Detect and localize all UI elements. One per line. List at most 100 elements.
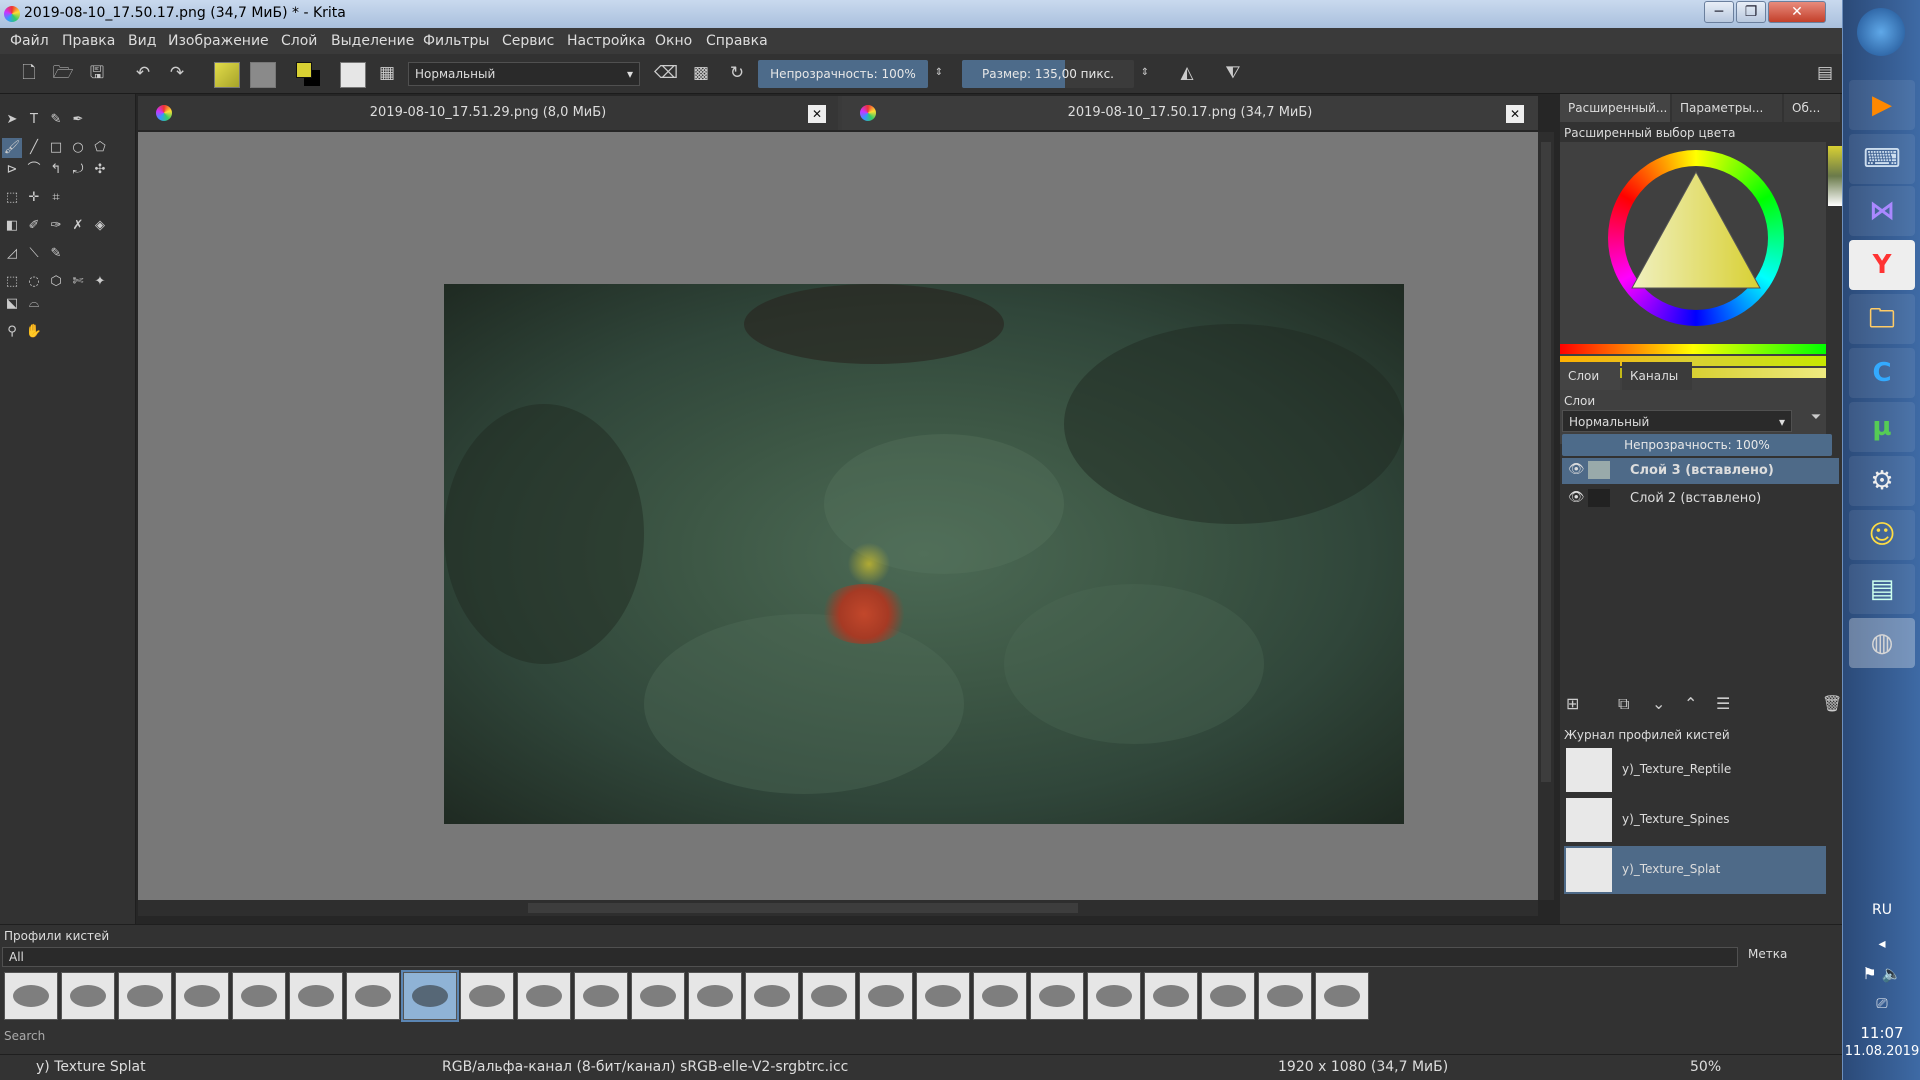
dock-tab-overview[interactable]: Об...: [1784, 94, 1840, 122]
brush-preset-item[interactable]: [688, 972, 742, 1020]
menu-help[interactable]: Справка: [706, 33, 768, 49]
brush-preset-item[interactable]: [1087, 972, 1141, 1020]
dock-tab-advanced-color[interactable]: Расширенный...: [1560, 94, 1670, 122]
freehand-path-icon[interactable]: ↰: [46, 160, 66, 180]
rect-select-icon[interactable]: ⬚: [2, 272, 22, 292]
menu-layer[interactable]: Слой: [281, 33, 317, 49]
opacity-slider[interactable]: Непрозрачность: 100%: [758, 60, 928, 88]
brush-preset-item[interactable]: [1258, 972, 1312, 1020]
canvas-horizontal-scrollbar[interactable]: [138, 900, 1538, 916]
brush-preset-item[interactable]: [973, 972, 1027, 1020]
brush-preset-item[interactable]: [745, 972, 799, 1020]
game-icon[interactable]: ☺: [1849, 510, 1915, 560]
clock-date[interactable]: 11.08.2019: [1843, 1044, 1920, 1059]
clock-time[interactable]: 11:07: [1843, 1024, 1920, 1042]
move-tool-icon[interactable]: ✛: [24, 188, 44, 208]
filter-icon[interactable]: ⏷: [1796, 410, 1836, 432]
saturation-triangle[interactable]: [1628, 168, 1764, 294]
mirror-horizontal-icon[interactable]: ◭: [1176, 62, 1198, 84]
fill-tool-icon[interactable]: ◈: [90, 216, 110, 236]
delete-layer-icon[interactable]: 🗑: [1822, 694, 1842, 713]
line-tool-icon[interactable]: ╱: [24, 138, 44, 158]
canvas-image[interactable]: [444, 284, 1404, 824]
polyline-tool-icon[interactable]: ⊳: [2, 160, 22, 180]
pattern-swatch[interactable]: [250, 62, 276, 88]
flag-volume-icons[interactable]: ⚑ 🔈: [1843, 964, 1920, 983]
menu-image[interactable]: Изображение: [168, 33, 269, 49]
tag-filter-select[interactable]: All: [2, 947, 1738, 967]
workspace-grid-icon[interactable]: ▦: [376, 62, 398, 84]
brush-preset-item[interactable]: [1201, 972, 1255, 1020]
visual-studio-icon[interactable]: ⋈: [1849, 186, 1915, 236]
eye-icon[interactable]: 👁: [1568, 490, 1585, 505]
select-shapes-icon[interactable]: ➤: [2, 110, 22, 130]
tab-layers[interactable]: Слои: [1560, 362, 1620, 390]
brush-preset-item[interactable]: [631, 972, 685, 1020]
utorrent-icon[interactable]: µ: [1849, 402, 1915, 452]
polygon-tool-icon[interactable]: ⬠: [90, 138, 110, 158]
eraser-icon[interactable]: ⌫: [654, 62, 678, 84]
yandex-browser-icon[interactable]: Y: [1849, 240, 1915, 290]
brush-preset-item[interactable]: [859, 972, 913, 1020]
brush-preset-item[interactable]: [4, 972, 58, 1020]
measure-tool-icon[interactable]: ◿: [2, 244, 22, 264]
minimize-button[interactable]: ─: [1704, 1, 1734, 23]
size-spin-icon[interactable]: ⇕: [1134, 62, 1156, 84]
new-document-icon[interactable]: 🗋: [18, 62, 40, 84]
hue-slider[interactable]: [1560, 344, 1826, 354]
size-slider[interactable]: Размер: 135,00 пикс.: [962, 60, 1134, 88]
menu-settings[interactable]: Настройка: [567, 33, 646, 49]
krita-taskbar-icon[interactable]: ◍: [1849, 618, 1915, 668]
bezier-tool-icon[interactable]: ⌒: [24, 160, 44, 180]
smart-patch-icon[interactable]: ✗: [68, 216, 88, 236]
assistant-tool-icon[interactable]: ⟍: [24, 244, 44, 264]
pan-tool-icon[interactable]: ✋: [24, 322, 44, 342]
blend-mode-select[interactable]: Нормальный ▾: [408, 62, 640, 86]
menu-view[interactable]: Вид: [128, 33, 156, 49]
redo-icon[interactable]: ↷: [166, 62, 188, 84]
keyboard-icon[interactable]: ⌨: [1849, 134, 1915, 184]
preset-search-input[interactable]: Search: [4, 1029, 45, 1043]
add-layer-icon[interactable]: ⊞: [1566, 694, 1579, 713]
opacity-spin-icon[interactable]: ⇕: [928, 62, 950, 84]
close-tab-icon[interactable]: ✕: [1506, 105, 1524, 123]
mirror-vertical-icon[interactable]: ⧨: [1222, 62, 1244, 84]
close-window-button[interactable]: ✕: [1768, 1, 1826, 23]
language-indicator[interactable]: RU: [1843, 902, 1920, 918]
brush-preset-item[interactable]: [574, 972, 628, 1020]
magic-wand-icon[interactable]: ✦: [90, 272, 110, 292]
move-down-icon[interactable]: ⌄: [1652, 694, 1665, 713]
brush-preset-item[interactable]: [517, 972, 571, 1020]
calligraphy-icon[interactable]: ✒: [68, 110, 88, 130]
layer-row[interactable]: 👁 Слой 3 (вставлено): [1562, 458, 1839, 484]
menu-file[interactable]: Файл: [10, 33, 49, 49]
cinebench-icon[interactable]: C: [1849, 348, 1915, 398]
menu-edit[interactable]: Правка: [62, 33, 115, 49]
brush-history-item[interactable]: y)_Texture_Spines: [1564, 796, 1826, 844]
colorize-mask-icon[interactable]: ✑: [46, 216, 66, 236]
edit-shapes-icon[interactable]: ✎: [46, 110, 66, 130]
color-history-strip[interactable]: [1828, 146, 1842, 206]
brush-preset-item[interactable]: [460, 972, 514, 1020]
file-explorer-icon[interactable]: 🗀: [1849, 294, 1915, 344]
rectangle-tool-icon[interactable]: □: [46, 138, 66, 158]
duplicate-layer-icon[interactable]: ⧉: [1618, 694, 1629, 714]
brush-preset-item[interactable]: [175, 972, 229, 1020]
alpha-lock-icon[interactable]: ▩: [690, 62, 712, 84]
brush-preset-item[interactable]: [1144, 972, 1198, 1020]
brush-preset-item[interactable]: [802, 972, 856, 1020]
zoom-tool-icon[interactable]: ⚲: [2, 322, 22, 342]
status-zoom[interactable]: 50%: [1690, 1059, 1721, 1075]
brush-preset-item[interactable]: [61, 972, 115, 1020]
transform-tool-icon[interactable]: ⬚: [2, 188, 22, 208]
maximize-button[interactable]: ❐: [1736, 1, 1766, 23]
dock-tab-tool-options[interactable]: Параметры...: [1672, 94, 1782, 122]
freehand-brush-icon[interactable]: 🖌: [2, 138, 22, 158]
reload-preset-icon[interactable]: ↻: [726, 62, 748, 84]
tab-document-2[interactable]: 2019-08-10_17.50.17.png (34,7 МиБ) ✕: [842, 96, 1538, 130]
reference-tool-icon[interactable]: ✎: [46, 244, 66, 264]
move-up-icon[interactable]: ⌃: [1684, 694, 1697, 713]
close-tab-icon[interactable]: ✕: [808, 105, 826, 123]
crop-tool-icon[interactable]: ⌗: [46, 188, 66, 208]
menu-filters[interactable]: Фильтры: [423, 33, 489, 49]
